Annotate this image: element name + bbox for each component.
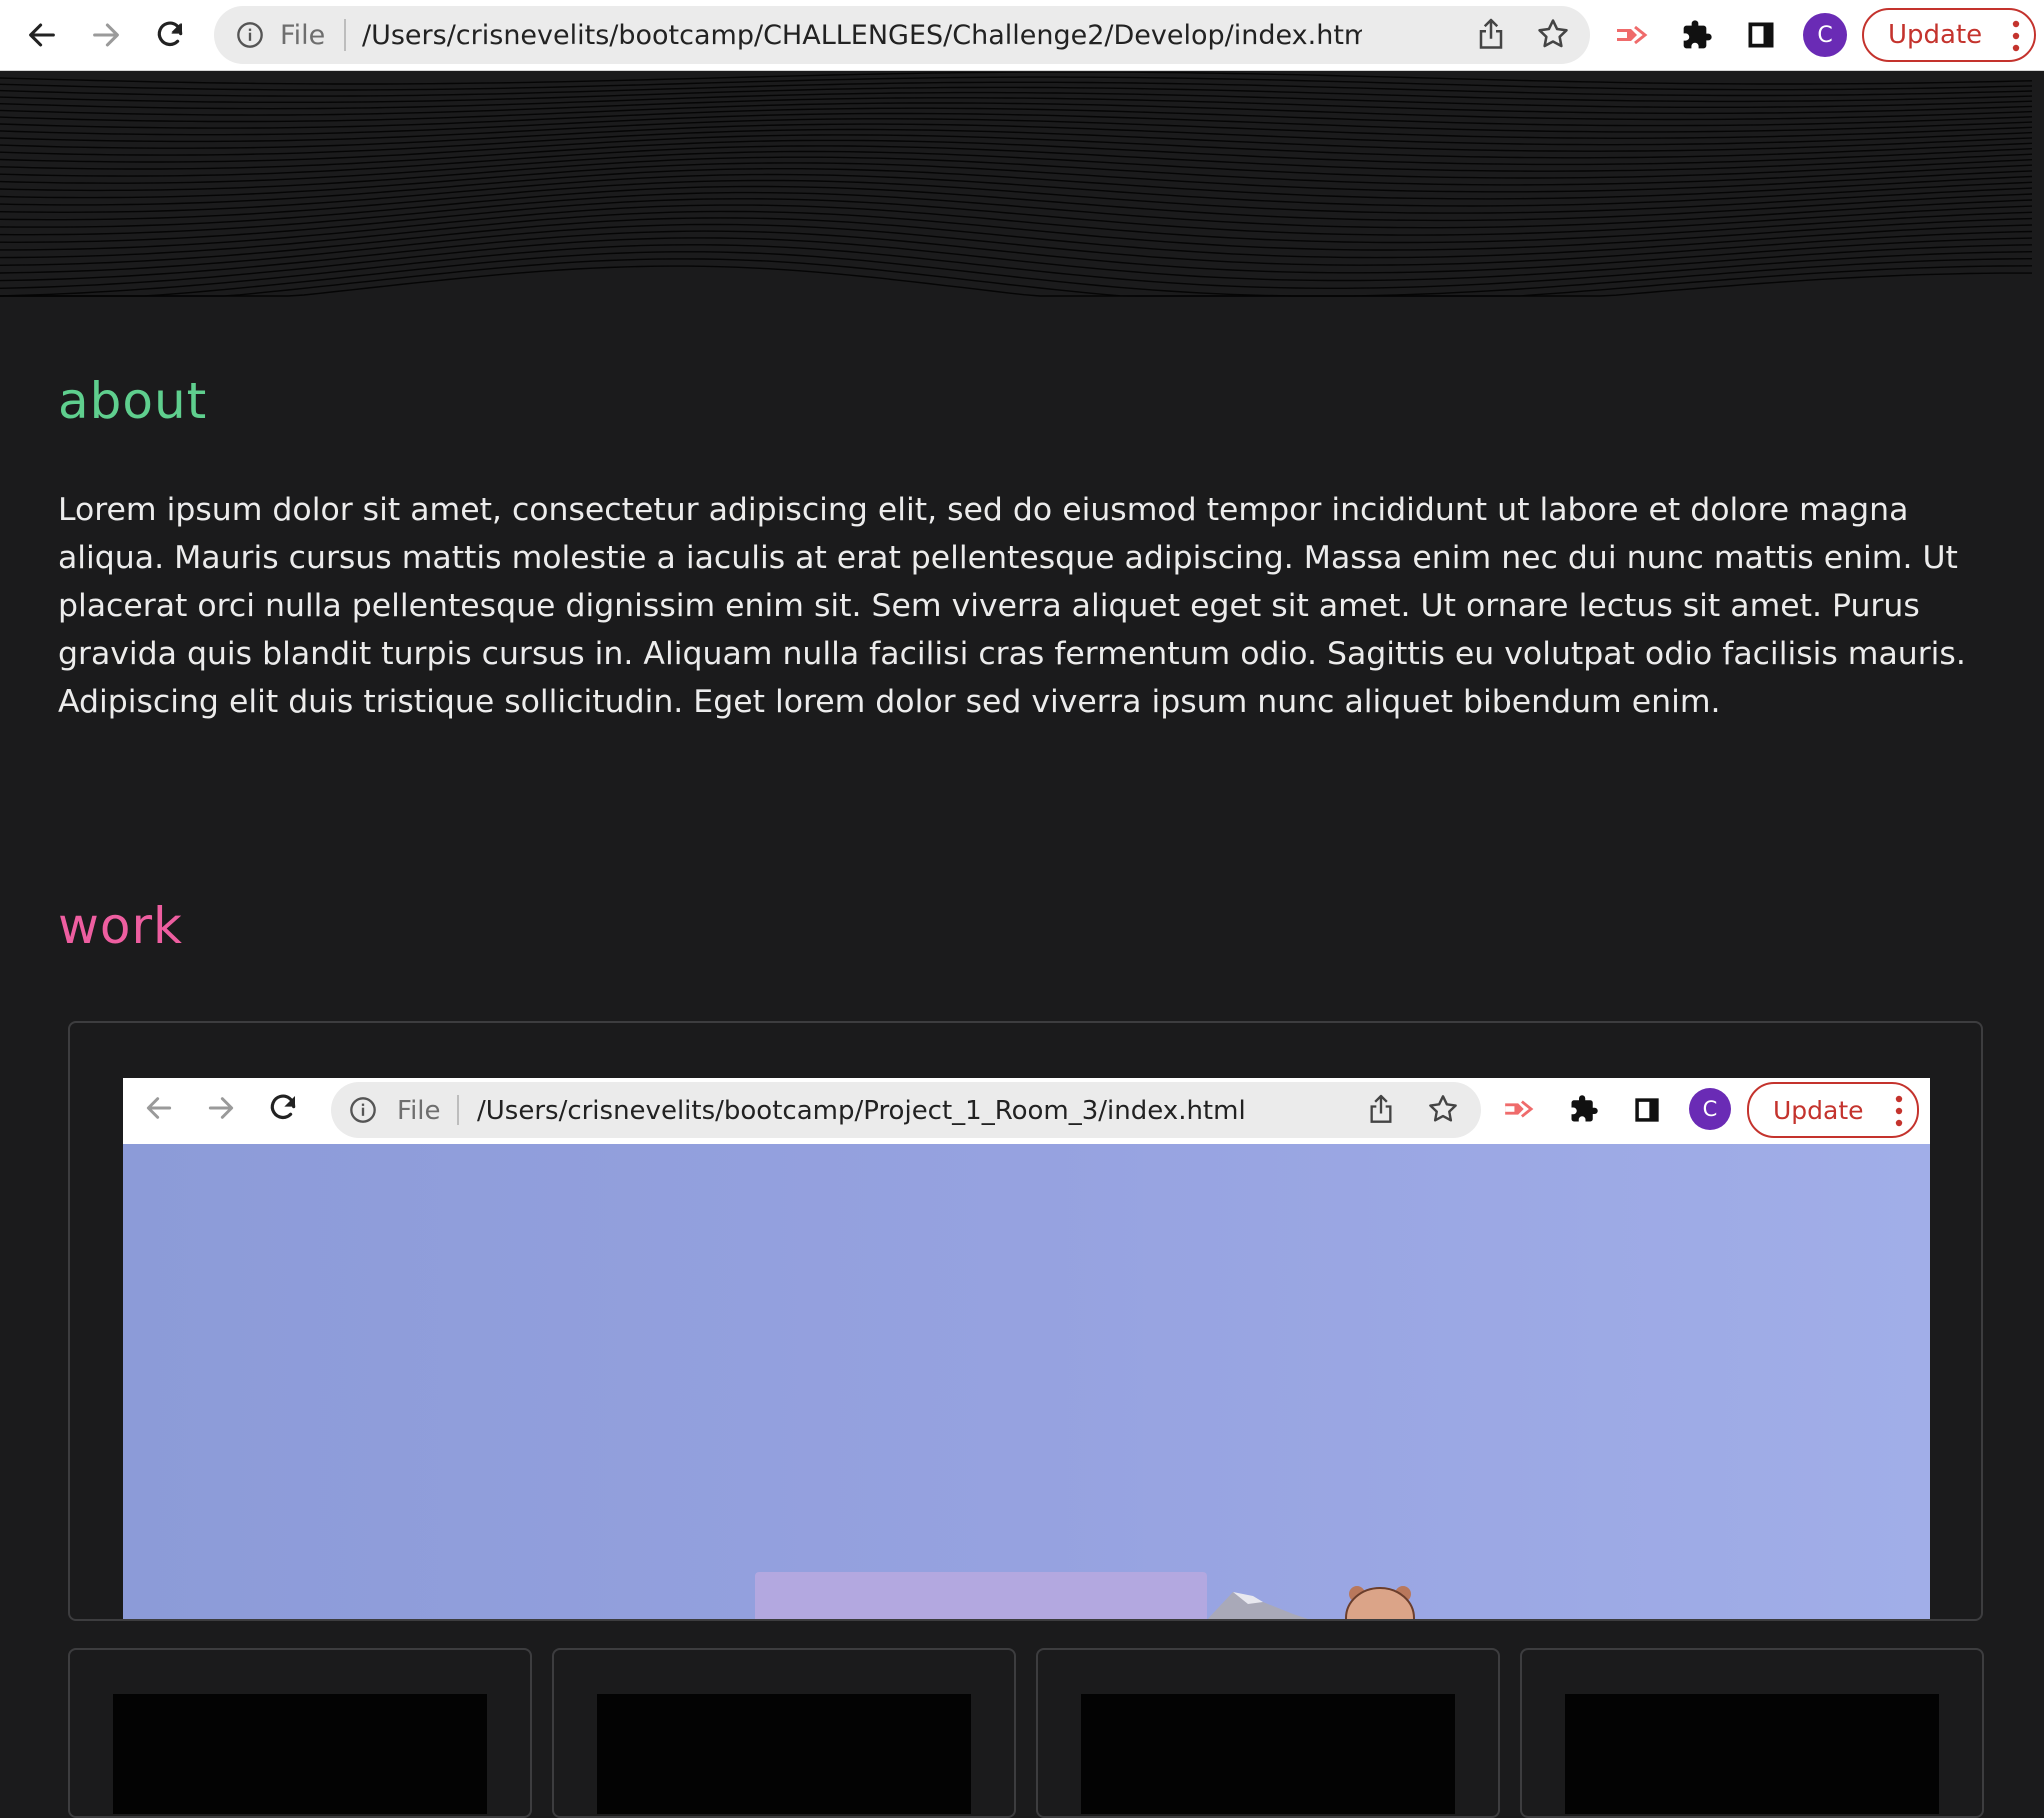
- update-button[interactable]: Update: [1862, 8, 2036, 62]
- project-thumbnail-card[interactable]: [1036, 1648, 1500, 1818]
- project-thumbnail-image: [1081, 1694, 1455, 1814]
- back-arrow-icon[interactable]: [19, 12, 65, 58]
- screenshot-address-bar: File /Users/crisnevelits/bootcamp/Projec…: [331, 1082, 1481, 1138]
- hero-banner: [0, 72, 2044, 298]
- project-thumbnail-card[interactable]: [552, 1648, 1016, 1818]
- forward-arrow-icon: [205, 1092, 237, 1128]
- update-label: Update: [1888, 20, 1983, 50]
- project-thumbnail-image: [1565, 1694, 1939, 1814]
- work-heading: work: [58, 897, 183, 955]
- star-icon[interactable]: [1536, 17, 1570, 55]
- browser-toolbar: File /Users/crisnevelits/bootcamp/CHALLE…: [0, 0, 2044, 71]
- file-scheme-label: File: [397, 1096, 441, 1126]
- divider: [457, 1095, 459, 1125]
- info-icon[interactable]: [236, 21, 264, 53]
- kebab-menu-icon[interactable]: [2012, 19, 2020, 60]
- project-screenshot[interactable]: File /Users/crisnevelits/bootcamp/Projec…: [123, 1078, 1930, 1619]
- mountain-graphic: [1207, 1592, 1308, 1619]
- extension-pin-icon: [1503, 1096, 1537, 1126]
- share-icon[interactable]: [1476, 18, 1506, 56]
- kebab-menu-icon: [1895, 1094, 1903, 1134]
- profile-avatar[interactable]: C: [1803, 13, 1847, 57]
- project-title-banner: [755, 1572, 1207, 1619]
- bear-character-icon: [1345, 1586, 1415, 1619]
- extension-pin-icon[interactable]: [1610, 12, 1656, 58]
- info-icon: [349, 1096, 377, 1128]
- divider: [344, 19, 346, 51]
- featured-project-card[interactable]: File /Users/crisnevelits/bootcamp/Projec…: [68, 1021, 1983, 1621]
- project-thumbnail-image: [597, 1694, 971, 1814]
- puzzle-icon: [1569, 1094, 1599, 1128]
- reload-icon[interactable]: [147, 12, 193, 58]
- reload-icon: [267, 1092, 299, 1128]
- project-thumbnail-image: [113, 1694, 487, 1814]
- project-hero-image: [123, 1144, 1930, 1619]
- back-arrow-icon: [143, 1092, 175, 1128]
- url-text: /Users/crisnevelits/bootcamp/Project_1_R…: [477, 1096, 1246, 1126]
- url-text[interactable]: /Users/crisnevelits/bootcamp/CHALLENGES/…: [362, 20, 1362, 51]
- star-icon: [1427, 1093, 1459, 1129]
- profile-avatar: C: [1689, 1088, 1731, 1130]
- file-scheme-label: File: [280, 20, 326, 51]
- update-label: Update: [1773, 1095, 1864, 1125]
- about-paragraph: Lorem ipsum dolor sit amet, consectetur …: [58, 492, 1966, 720]
- puzzle-icon[interactable]: [1674, 12, 1720, 58]
- sidebar-icon[interactable]: [1738, 12, 1784, 58]
- wave-lines-graphic: [0, 72, 2044, 298]
- sidebar-icon: [1633, 1096, 1661, 1128]
- about-heading: about: [58, 372, 208, 430]
- update-button: Update: [1747, 1082, 1919, 1138]
- forward-arrow-icon[interactable]: [83, 12, 129, 58]
- project-thumbnail-card[interactable]: [68, 1648, 532, 1818]
- screenshot-browser-toolbar: File /Users/crisnevelits/bootcamp/Projec…: [123, 1078, 1930, 1144]
- share-icon: [1367, 1094, 1395, 1130]
- project-thumbnail-card[interactable]: [1520, 1648, 1984, 1818]
- address-bar[interactable]: File /Users/crisnevelits/bootcamp/CHALLE…: [214, 6, 1590, 64]
